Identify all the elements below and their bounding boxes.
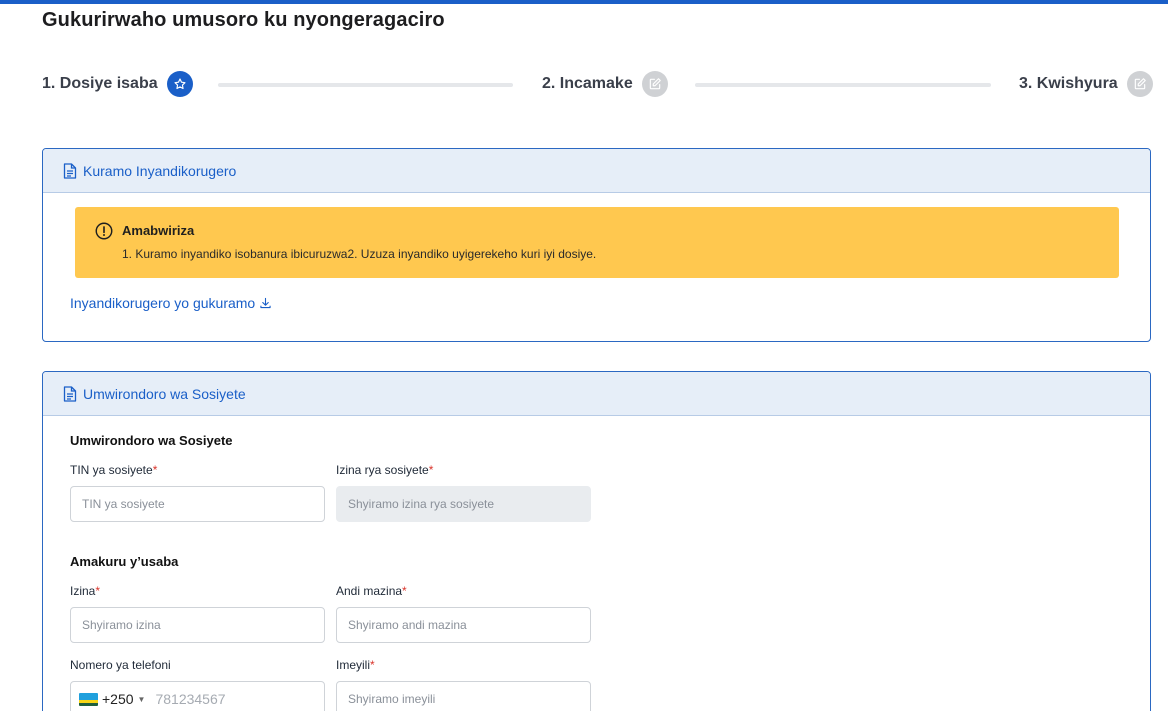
edit-icon (1126, 71, 1153, 97)
alert-title: Amabwiriza (122, 223, 195, 238)
step-label: 2. Incamake (542, 75, 633, 92)
step-connector (218, 83, 513, 87)
required-marker: * (370, 658, 375, 672)
card-title: Kuramo Inyandikorugero (83, 162, 237, 179)
chevron-down-icon[interactable]: ▼ (138, 695, 146, 704)
phone-label: Nomero ya telefoni (70, 658, 171, 672)
tin-label: TIN ya sosiyete* (70, 463, 157, 477)
step-kwishyura[interactable]: 3. Kwishyura (1019, 71, 1153, 97)
alert-text: 1. Kuramo inyandiko isobanura ibicuruzwa… (122, 247, 597, 261)
applicant-section-title: Amakuru y’usaba (70, 554, 179, 569)
step-connector (695, 83, 991, 87)
document-icon (63, 162, 77, 179)
company-profile-card: Umwirondoro wa Sosiyete Umwirondoro wa S… (42, 371, 1151, 711)
card-header: Umwirondoro wa Sosiyete (43, 372, 1150, 416)
top-accent-bar (0, 0, 1168, 4)
instructions-alert: Amabwiriza 1. Kuramo inyandiko isobanura… (75, 207, 1119, 278)
company-name-label-text: Izina rya sosiyete (336, 463, 429, 477)
rwanda-flag-icon[interactable] (79, 692, 98, 706)
page-title: Gukurirwaho umusoro ku nyongeragaciro (42, 9, 445, 31)
step-dosiye-isaba[interactable]: 1. Dosiye isaba (42, 71, 193, 97)
step-label: 1. Dosiye isaba (42, 75, 158, 92)
edit-icon (641, 71, 668, 97)
required-marker: * (428, 463, 434, 477)
country-code[interactable]: +250 (102, 691, 134, 707)
email-input[interactable] (336, 681, 591, 711)
download-template-link[interactable]: Inyandikorugero yo gukuramo (70, 295, 271, 311)
required-marker: * (152, 463, 158, 477)
first-name-label-text: Izina (70, 584, 96, 598)
card-header: Kuramo Inyandikorugero (43, 149, 1150, 193)
warning-icon (95, 222, 113, 240)
required-marker: * (402, 584, 407, 598)
other-names-label: Andi mazina* (336, 584, 407, 598)
step-label: 3. Kwishyura (1019, 75, 1118, 92)
other-names-label-text: Andi mazina (336, 584, 403, 598)
phone-field: +250 ▼ (70, 681, 325, 711)
company-name-input (336, 486, 591, 522)
email-label: Imeyili* (336, 658, 375, 672)
first-name-label: Izina* (70, 584, 100, 598)
download-icon (260, 297, 271, 309)
template-card: Kuramo Inyandikorugero Amabwiriza 1. Kur… (42, 148, 1151, 342)
tin-input[interactable] (70, 486, 325, 522)
company-section-title: Umwirondoro wa Sosiyete (70, 433, 233, 448)
tin-label-text: TIN ya sosiyete (70, 463, 153, 477)
step-incamake[interactable]: 2. Incamake (542, 71, 668, 97)
required-marker: * (95, 584, 101, 598)
phone-input[interactable] (155, 691, 286, 707)
download-link-label: Inyandikorugero yo gukuramo (70, 295, 256, 311)
card-title: Umwirondoro wa Sosiyete (83, 385, 246, 402)
first-name-input[interactable] (70, 607, 325, 643)
document-icon (63, 385, 77, 402)
company-name-label: Izina rya sosiyete* (336, 463, 433, 477)
other-names-input[interactable] (336, 607, 591, 643)
email-label-text: Imeyili (336, 658, 371, 672)
star-icon (166, 71, 193, 97)
